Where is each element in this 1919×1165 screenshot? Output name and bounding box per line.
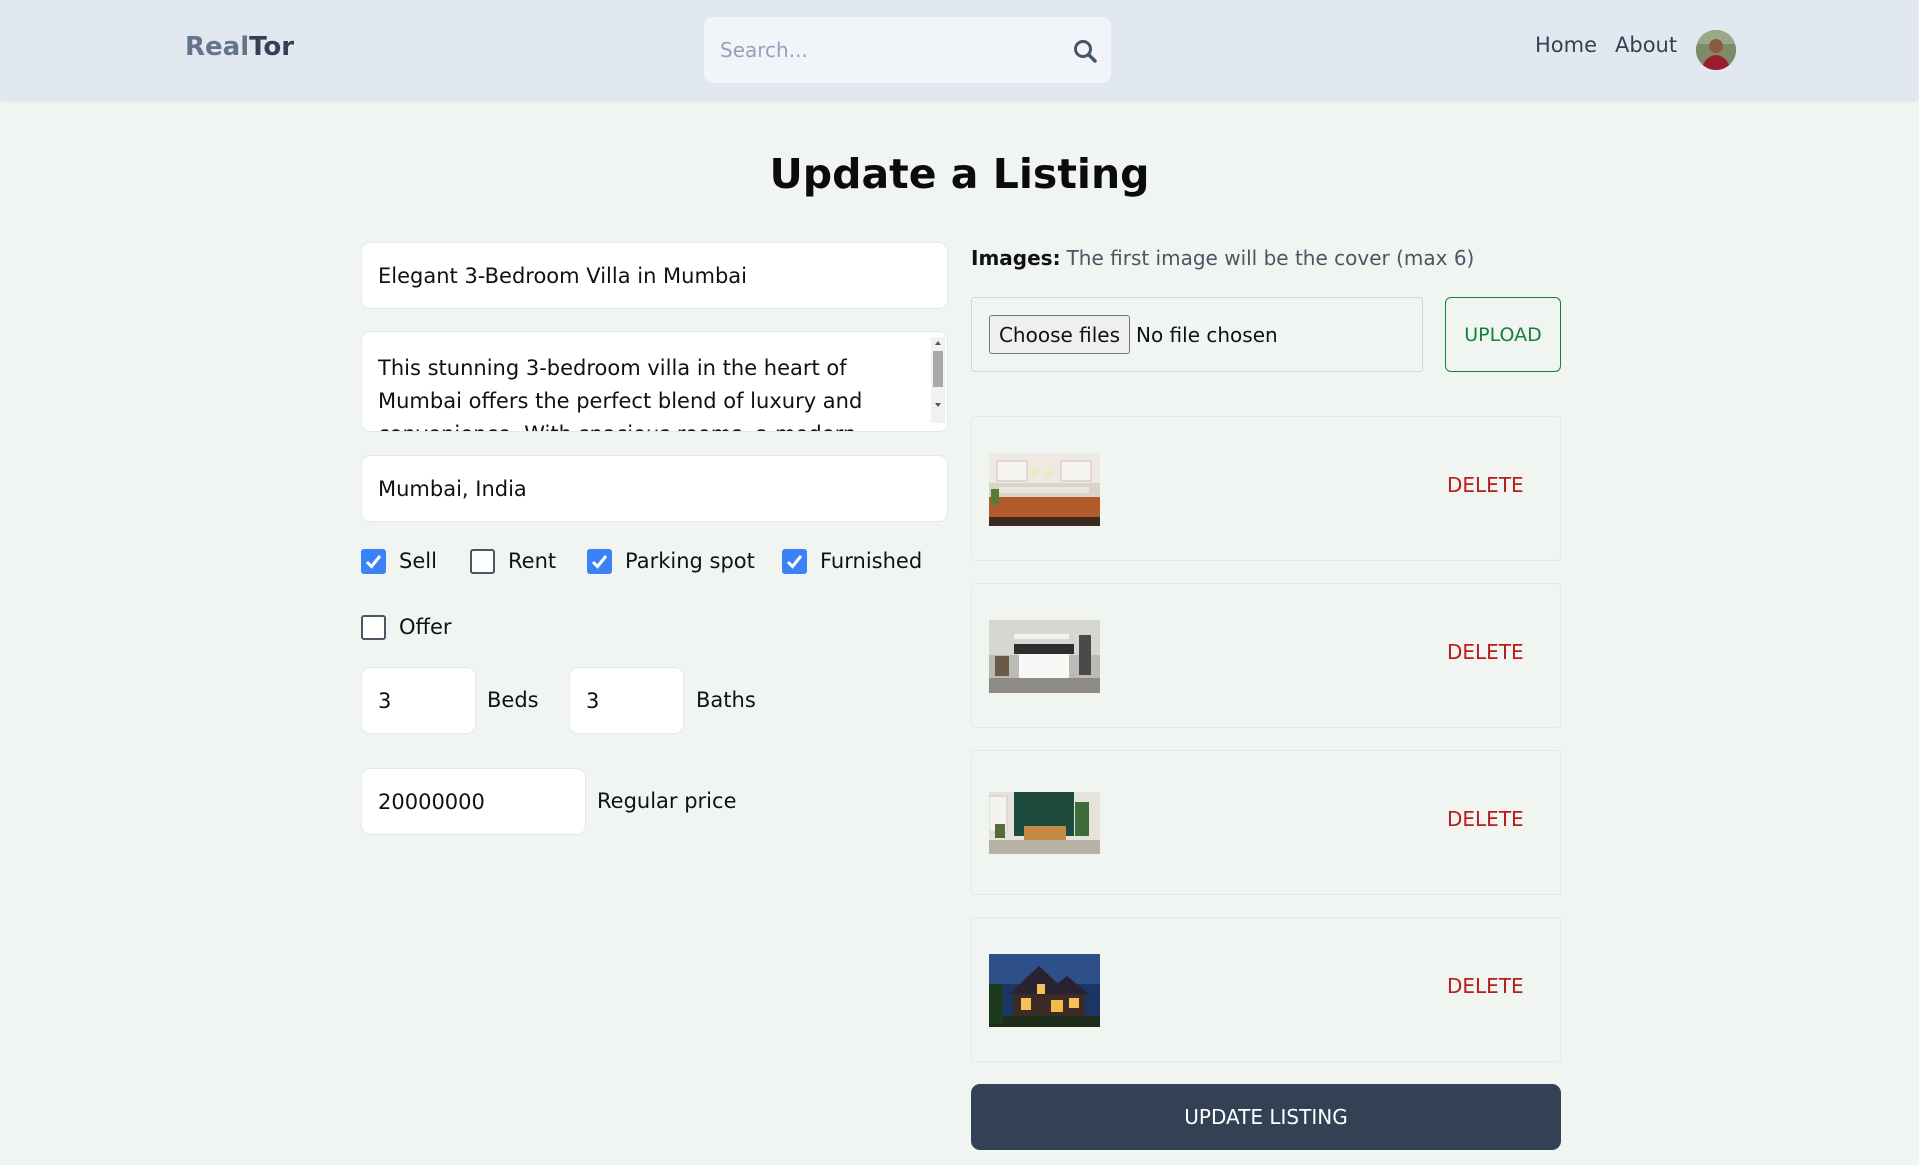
baths-label: Baths [696,688,756,712]
search-input[interactable] [720,17,1050,83]
house-exterior-night-photo [989,954,1100,1027]
images-heading: Images: [971,246,1061,270]
images-hint: Images: The first image will be the cover… [971,246,1474,270]
delete-image-button[interactable]: DELETE [1447,640,1524,664]
avatar-icon [1696,30,1736,70]
nav-home-link[interactable]: Home [1535,33,1597,57]
top-header: RealTor Home About [0,0,1919,99]
nav-about-link[interactable]: About [1615,33,1677,57]
beds-label: Beds [487,688,539,712]
logo[interactable]: RealTor [185,32,294,62]
delete-image-button[interactable]: DELETE [1447,974,1524,998]
description-scrollbar[interactable] [931,337,945,423]
furnished-label: Furnished [820,549,923,573]
description-textarea[interactable]: This stunning 3-bedroom villa in the hea… [361,331,948,432]
offer-label: Offer [399,615,452,639]
images-hint-text: The first image will be the cover (max 6… [1066,246,1475,270]
address-input[interactable] [361,455,948,522]
search-icon[interactable] [1072,38,1098,64]
listing-name-input[interactable] [361,242,948,309]
parking-spot-checkbox[interactable] [587,549,612,574]
checkmark-icon [365,555,382,569]
regular-price-label: Regular price [597,789,737,813]
no-file-chosen-text: No file chosen [1136,323,1278,347]
upload-button[interactable]: UPLOAD [1445,297,1561,372]
rent-label: Rent [508,549,557,573]
bedroom-photo [989,620,1100,693]
kitchen-photo [989,453,1100,526]
regular-price-input[interactable] [361,768,586,835]
logo-part-real: Real [185,32,250,62]
living-room-photo [989,792,1100,854]
image-row: DELETE [971,917,1561,1062]
image-row: DELETE [971,583,1561,728]
parking-spot-label: Parking spot [625,549,755,573]
furnished-checkbox[interactable] [782,549,807,574]
image-row: DELETE [971,416,1561,561]
file-input[interactable]: Choose files No file chosen [971,297,1423,372]
rent-checkbox[interactable] [470,549,495,574]
sell-label: Sell [399,549,437,573]
update-listing-button[interactable]: UPDATE LISTING [971,1084,1561,1150]
checkmark-icon [591,555,608,569]
user-avatar[interactable] [1696,30,1736,70]
delete-image-button[interactable]: DELETE [1447,473,1524,497]
image-row: DELETE [971,750,1561,895]
beds-input[interactable] [361,667,476,734]
offer-checkbox[interactable] [361,615,386,640]
choose-files-button[interactable]: Choose files [989,315,1130,354]
logo-part-tor: Tor [249,32,295,62]
baths-input[interactable] [569,667,684,734]
checkmark-icon [786,555,803,569]
sell-checkbox[interactable] [361,549,386,574]
page-title: Update a Listing [769,150,1150,198]
delete-image-button[interactable]: DELETE [1447,807,1524,831]
search-bar [704,17,1111,83]
